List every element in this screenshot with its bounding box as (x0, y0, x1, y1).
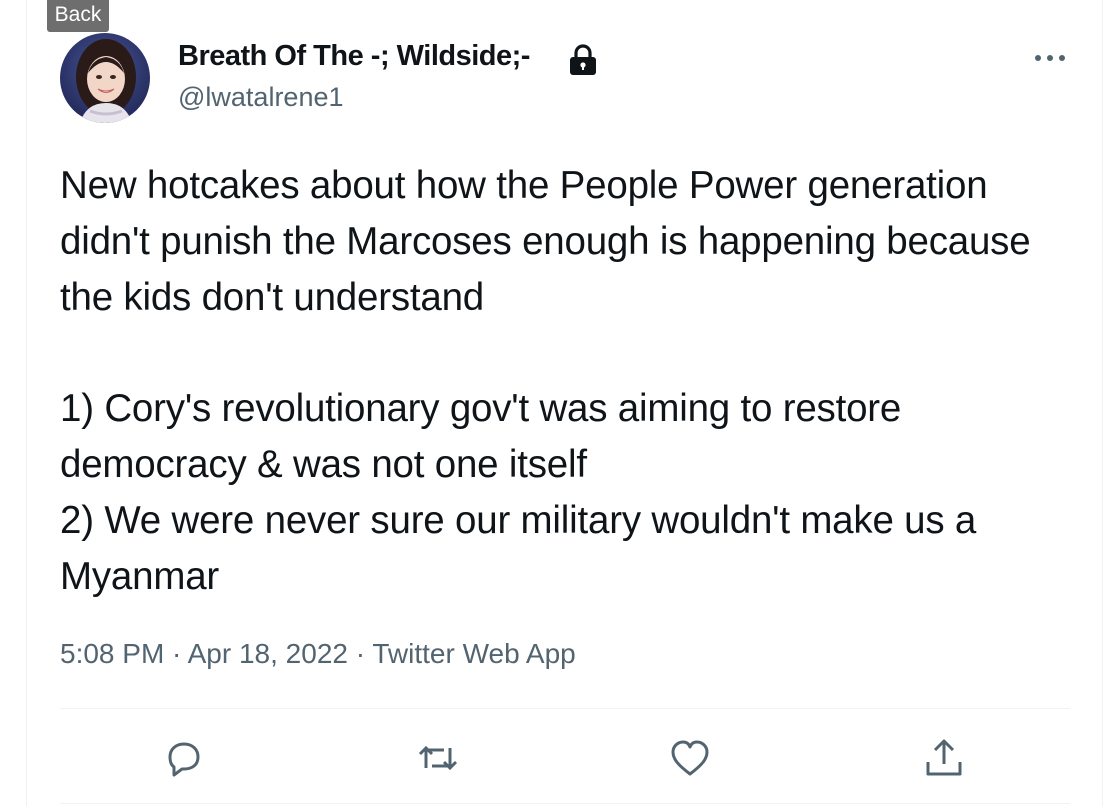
divider (60, 708, 1070, 709)
tweet-text: New hotcakes about how the People Power … (60, 164, 1031, 598)
tweet-metadata: 5:08 PM · Apr 18, 2022 · Twitter Web App (60, 638, 576, 670)
tweet-date[interactable]: Apr 18, 2022 (188, 638, 348, 669)
retweet-icon (418, 745, 458, 771)
back-button[interactable]: Back (47, 0, 109, 32)
like-button[interactable] (668, 736, 712, 780)
author-display-name[interactable]: Breath Of The -; Wildside;- (178, 40, 530, 73)
tweet-page: Back Breath Of The -; Wildside;- @lwatal… (0, 0, 1108, 806)
column-border-right (1102, 0, 1103, 806)
reply-button[interactable] (162, 736, 206, 780)
author-handle[interactable]: @lwatalrene1 (178, 82, 344, 113)
heart-icon (671, 740, 709, 776)
column-border-left (26, 0, 27, 806)
share-button[interactable] (922, 736, 966, 780)
retweet-button[interactable] (416, 736, 460, 780)
profile-photo (60, 33, 150, 123)
more-horizontal-icon[interactable] (1026, 44, 1074, 72)
tweet-source[interactable]: Twitter Web App (372, 638, 575, 669)
tweet-time[interactable]: 5:08 PM (60, 638, 164, 669)
reply-icon (168, 742, 200, 777)
lock-icon (566, 44, 600, 76)
divider (60, 803, 1070, 804)
avatar[interactable] (60, 33, 150, 123)
meta-separator: · (164, 638, 188, 669)
meta-separator: · (347, 638, 373, 669)
share-icon (926, 739, 962, 776)
